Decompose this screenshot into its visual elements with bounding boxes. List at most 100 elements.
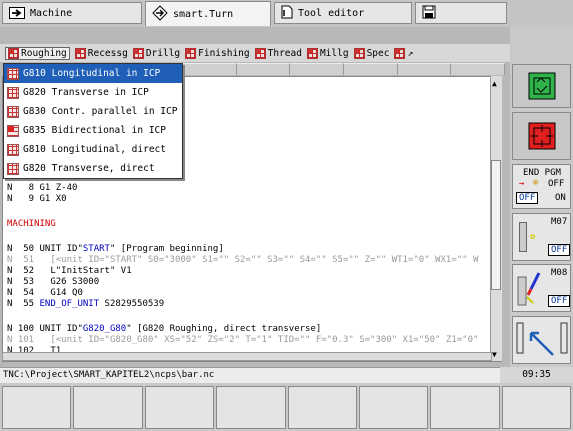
code-line[interactable]: N 9 G1 X0 [7, 194, 67, 204]
red-frame-icon [528, 122, 556, 150]
code-line[interactable]: N 101 [<unit ID="G820_G80" XS="52" ZS="2… [7, 335, 478, 345]
softkey-m07[interactable]: M07 ✿ OFF [512, 213, 571, 261]
menu-roughing[interactable]: Roughing [5, 46, 70, 60]
file-path-status: TNC:\Project\SMART_KAPITEL2\ncps\bar.nc [0, 367, 500, 383]
mode-tab-bar: Machine smart.Turn Tool editor [0, 0, 573, 27]
scroll-up-icon[interactable]: ▲ [492, 79, 497, 88]
menu-more[interactable]: ↗ [394, 47, 414, 59]
off-toggle[interactable]: OFF [516, 192, 539, 204]
softkey-7[interactable] [430, 386, 500, 429]
tab-smart-turn-label: smart.Turn [173, 8, 234, 20]
code-line[interactable]: N 54 G14 Q0 [7, 288, 83, 298]
menu-milling[interactable]: Millg [306, 47, 349, 59]
coolant-nozzle-icon [517, 272, 541, 306]
softkey-1[interactable] [2, 386, 72, 429]
code-line[interactable]: N 100 UNIT ID"G820_G80" [G820 Roughing, … [7, 324, 321, 334]
grid-icon [254, 47, 266, 59]
tab-save[interactable] [415, 2, 507, 24]
document-icon [281, 5, 293, 22]
cycle-icon [7, 124, 19, 137]
dropdown-item-label: G810 Longitudinal in ICP [23, 68, 161, 79]
horizontal-scrollbar[interactable] [2, 352, 492, 361]
softkey-chip-conveyor[interactable] [512, 316, 571, 364]
on-toggle[interactable]: ON [555, 193, 566, 203]
menu-drilling-label: Drillg [145, 47, 181, 59]
code-line[interactable]: N 50 UNIT ID"START" [Program beginning] [7, 244, 224, 254]
m08-label: M08 [551, 268, 568, 278]
softkey-6[interactable] [358, 386, 429, 429]
grid-icon [74, 47, 86, 59]
dropdown-item-label: G820 Transverse in ICP [23, 87, 149, 98]
grid-icon [8, 47, 19, 59]
arrow-right-box-icon [9, 7, 25, 19]
tab-machine-label: Machine [30, 7, 73, 19]
cycle-icon [7, 162, 19, 175]
diamond-arrows-icon [152, 4, 168, 24]
dropdown-item-g820-icp[interactable]: G820 Transverse in ICP [4, 83, 182, 102]
softkey-5[interactable] [287, 386, 357, 429]
dropdown-item-label: G830 Contr. parallel in ICP [23, 106, 178, 117]
dropdown-item-g810-icp[interactable]: G810 Longitudinal in ICP [4, 64, 182, 83]
menu-special[interactable]: Spec [353, 47, 390, 59]
tab-smart-turn[interactable]: smart.Turn [145, 1, 271, 26]
cycle-icon [7, 105, 19, 118]
softkey-3[interactable] [144, 386, 215, 429]
roughing-dropdown: G810 Longitudinal in ICP G820 Transverse… [3, 63, 183, 179]
save-disk-icon [422, 5, 436, 22]
tab-machine[interactable]: Machine [2, 2, 142, 24]
cycle-icon [7, 143, 19, 156]
code-line[interactable]: N 52 L"InitStart" V1 [7, 266, 132, 276]
menu-thread[interactable]: Thread [254, 47, 302, 59]
softkey-insert-green[interactable] [512, 64, 571, 108]
mist-icon: ✿ [530, 232, 536, 242]
menu-recessing[interactable]: Recessg [74, 47, 128, 59]
scroll-down-icon[interactable]: ▼ [492, 350, 497, 359]
softkey-m08[interactable]: M08 OFF [512, 264, 571, 312]
clock-icon: ⊕ [533, 178, 539, 188]
clock-display: 09:35 [500, 367, 573, 383]
menu-bar: Roughing Recessg Drillg Finishing Thread… [0, 44, 510, 62]
coolant-icon [519, 222, 527, 252]
softkey-8[interactable] [501, 386, 571, 429]
cycle-icon [7, 67, 19, 80]
m07-label: M07 [551, 217, 568, 227]
section-machining[interactable]: MACHINING [7, 219, 56, 229]
grid-icon [353, 47, 365, 59]
dropdown-item-g835-icp[interactable]: G835 Bidirectional in ICP [4, 121, 182, 140]
softkey-2[interactable] [73, 386, 143, 429]
conveyor-arrow-icon [516, 322, 568, 356]
grid-icon [185, 47, 197, 59]
menu-more-arrow-icon: ↗ [407, 47, 414, 59]
menu-thread-label: Thread [267, 47, 302, 59]
softkey-end-pgm[interactable]: END PGM → ⊕ OFF OFF ON [512, 164, 571, 209]
dropdown-item-label: G820 Transverse, direct [23, 163, 155, 174]
menu-recessing-label: Recessg [87, 47, 128, 59]
grid-icon [306, 47, 318, 59]
tab-tool-editor-label: Tool editor [298, 7, 365, 19]
softkey-delete-red[interactable] [512, 112, 571, 160]
menu-roughing-label: Roughing [21, 47, 67, 59]
code-line[interactable]: N 55 END_OF_UNIT S2829550539 [7, 299, 164, 309]
dropdown-item-g820-direct[interactable]: G820 Transverse, direct [4, 159, 182, 178]
tab-tool-editor[interactable]: Tool editor [274, 2, 412, 24]
menu-finishing[interactable]: Finishing [185, 47, 250, 59]
menu-milling-label: Millg [319, 47, 349, 59]
dropdown-item-g810-direct[interactable]: G810 Longitudinal, direct [4, 140, 182, 159]
bottom-softkey-bar [0, 383, 573, 431]
code-line[interactable]: N 51 [<unit ID="START" S0="3000" S1="" S… [7, 255, 478, 265]
arrow-right-icon: → [519, 179, 525, 189]
green-frame-icon [528, 72, 556, 100]
softkey-4[interactable] [216, 386, 286, 429]
dropdown-item-g830-icp[interactable]: G830 Contr. parallel in ICP [4, 102, 182, 121]
end-pgm-off-label: OFF [548, 179, 565, 189]
code-line[interactable]: N 53 G26 S3000 [7, 277, 99, 287]
menu-finishing-label: Finishing [198, 47, 250, 59]
end-pgm-label: END PGM [523, 168, 561, 178]
scrollbar-thumb[interactable] [491, 160, 501, 290]
dropdown-item-label: G810 Longitudinal, direct [23, 144, 166, 155]
code-line[interactable]: N 8 G1 Z-40 [7, 183, 77, 193]
grid-icon [132, 47, 144, 59]
menu-special-label: Spec [366, 47, 390, 59]
dropdown-item-label: G835 Bidirectional in ICP [23, 125, 166, 136]
menu-drilling[interactable]: Drillg [132, 47, 181, 59]
